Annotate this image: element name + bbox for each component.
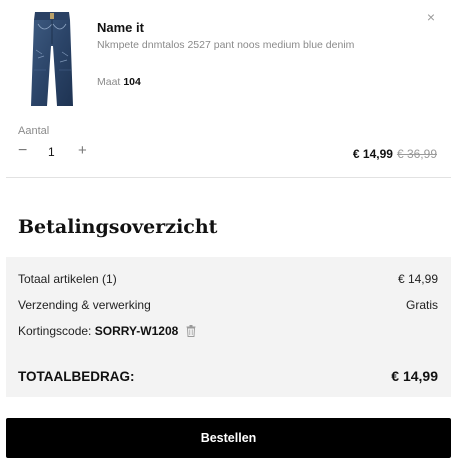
product-image[interactable] (26, 10, 78, 108)
quantity-label: Aantal (18, 125, 50, 137)
size-value: 104 (123, 76, 141, 88)
product-brand[interactable]: Name it (97, 20, 144, 35)
articles-value: € 14,99 (397, 272, 438, 286)
price-current: € 14,99 (352, 147, 393, 161)
cart-item: Name it Nkmpete dnmtalos 2527 pant noos … (0, 0, 475, 178)
quantity-decrease-button[interactable]: − (18, 142, 34, 160)
total-value: € 14,99 (391, 368, 438, 384)
quantity-increase-button[interactable]: + (78, 142, 94, 160)
summary-row-discount-code: Kortingscode: SORRY-W1208 (18, 324, 438, 338)
price-old: € 36,99 (396, 147, 437, 161)
summary-row-articles: Totaal artikelen (1) € 14,99 (18, 272, 438, 286)
total-label: TOTAALBEDRAG: (18, 369, 135, 384)
discount-code-label: Kortingscode: (18, 324, 92, 338)
summary-title: Betalingsoverzicht (18, 216, 218, 238)
size-label: Maat (97, 76, 121, 88)
shipping-label: Verzending & verwerking (18, 298, 151, 312)
close-icon[interactable]: × (427, 9, 435, 25)
order-button[interactable]: Bestellen (6, 418, 451, 458)
discount-code-value: SORRY-W1208 (94, 324, 179, 338)
product-name[interactable]: Nkmpete dnmtalos 2527 pant noos medium b… (97, 39, 354, 51)
quantity-value[interactable]: 1 (48, 145, 55, 159)
articles-label: Totaal artikelen (1) (18, 272, 117, 286)
size-row: Maat 104 (97, 76, 141, 88)
order-summary: Totaal artikelen (1) € 14,99 Verzending … (6, 257, 451, 397)
remove-item-button[interactable]: × (422, 8, 440, 26)
shipping-value: Gratis (405, 298, 438, 312)
divider (6, 177, 451, 178)
summary-row-shipping: Verzending & verwerking Gratis (18, 298, 438, 312)
trash-icon[interactable] (186, 325, 196, 337)
price-row: € 14,99 € 36,99 (353, 147, 437, 161)
